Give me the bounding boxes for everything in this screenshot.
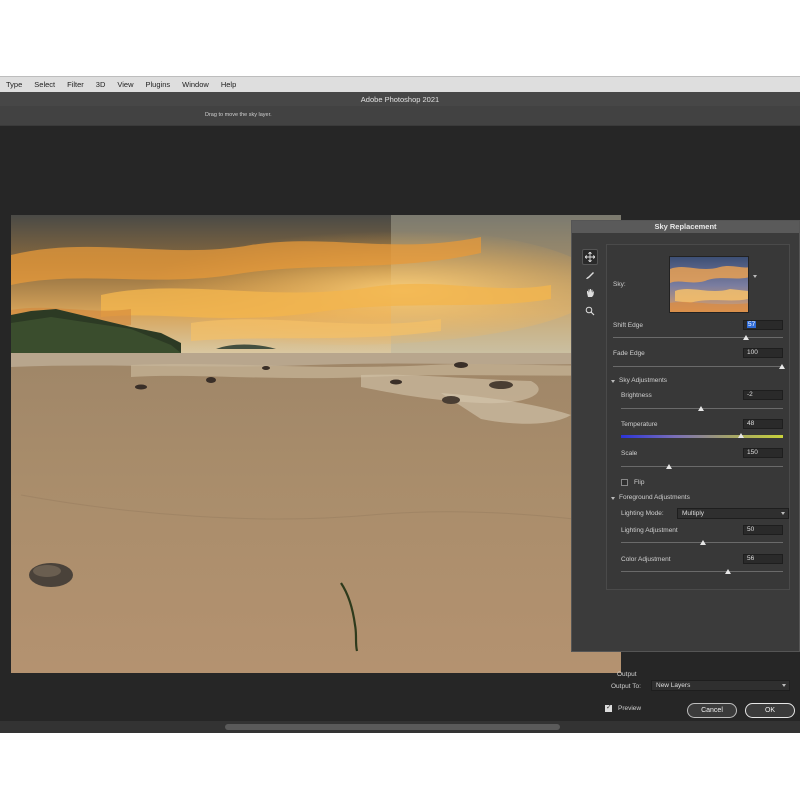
menu-filter[interactable]: Filter — [67, 80, 84, 89]
color-adjustment-input[interactable]: 56 — [743, 554, 783, 564]
window-title: Adobe Photoshop 2021 — [360, 94, 440, 104]
scale-slider-thumb[interactable] — [666, 464, 672, 469]
menu-bar: Type Select Filter 3D View Plugins Windo… — [0, 76, 800, 92]
zoom-icon[interactable] — [582, 303, 598, 319]
dialog-tools — [582, 249, 598, 321]
sky-preset-image — [670, 257, 748, 312]
shift-edge-label: Shift Edge — [613, 322, 643, 329]
beach-sunset-photo — [11, 215, 621, 673]
move-sky-tool-icon[interactable] — [582, 249, 598, 265]
fade-edge-label: Fade Edge — [613, 350, 645, 357]
shift-edge-input[interactable]: 57 — [743, 320, 783, 330]
dialog-title: Sky Replacement — [572, 221, 799, 233]
sky-preset-thumbnail[interactable] — [669, 256, 749, 313]
sky-adjustments-expand-icon[interactable] — [611, 380, 615, 383]
chevron-down-icon — [782, 684, 786, 687]
scale-input[interactable]: 150 — [743, 448, 783, 458]
scale-label: Scale — [621, 450, 638, 457]
options-bar: Drag to move the sky layer. — [0, 106, 800, 126]
photoshop-window: Type Select Filter 3D View Plugins Windo… — [0, 76, 800, 733]
lighting-adjustment-input[interactable]: 50 — [743, 525, 783, 535]
color-adjustment-slider-thumb[interactable] — [725, 569, 731, 574]
temperature-label: Temperature — [621, 421, 658, 428]
sky-adjustments-heading[interactable]: Sky Adjustments — [619, 377, 667, 384]
menu-window[interactable]: Window — [182, 80, 209, 89]
sky-brush-icon[interactable] — [582, 267, 598, 283]
settings-panel: Sky: Shift Edge 57 Fade Edge 100 Sky Adj… — [606, 244, 790, 590]
fade-edge-input[interactable]: 100 — [743, 348, 783, 358]
options-hint: Drag to move the sky layer. — [205, 112, 272, 118]
lighting-mode-select[interactable]: Multiply — [677, 508, 789, 519]
flip-checkbox[interactable] — [621, 479, 628, 486]
color-adjustment-label: Color Adjustment — [621, 556, 671, 563]
temperature-slider-track[interactable] — [621, 435, 783, 438]
brightness-label: Brightness — [621, 392, 652, 399]
shift-edge-slider-track[interactable] — [613, 337, 783, 338]
document-canvas[interactable] — [11, 215, 621, 673]
sky-preset-dropdown-arrow[interactable] — [753, 275, 757, 278]
scale-slider-track[interactable] — [621, 466, 783, 467]
output-heading: Output — [617, 671, 637, 678]
shift-edge-slider-thumb[interactable] — [743, 335, 749, 340]
chevron-down-icon — [781, 512, 785, 515]
color-adjustment-slider-track[interactable] — [621, 571, 783, 572]
hand-icon[interactable] — [582, 285, 598, 301]
horizontal-scrollbar[interactable] — [0, 721, 800, 733]
menu-help[interactable]: Help — [221, 80, 236, 89]
fade-edge-slider-thumb[interactable] — [779, 364, 785, 369]
brightness-slider-thumb[interactable] — [698, 406, 704, 411]
temperature-input[interactable]: 48 — [743, 419, 783, 429]
menu-3d[interactable]: 3D — [96, 80, 106, 89]
cancel-button[interactable]: Cancel — [687, 703, 737, 718]
preview-label: Preview — [618, 705, 642, 712]
scrollbar-thumb[interactable] — [225, 724, 560, 730]
menu-plugins[interactable]: Plugins — [146, 80, 171, 89]
output-to-label: Output To: — [611, 683, 641, 690]
menu-select[interactable]: Select — [34, 80, 55, 89]
fade-edge-slider-track[interactable] — [613, 366, 783, 367]
temperature-slider-thumb[interactable] — [738, 433, 744, 438]
brightness-input[interactable]: -2 — [743, 390, 783, 400]
sky-replacement-dialog: Sky Replacement Sky: Shift Edge 57 Fade … — [571, 220, 800, 718]
flip-label: Flip — [634, 479, 645, 486]
preview-checkbox[interactable] — [605, 703, 612, 712]
foreground-adjustments-expand-icon[interactable] — [611, 497, 615, 500]
ok-button[interactable]: OK — [745, 703, 795, 718]
menu-view[interactable]: View — [117, 80, 133, 89]
title-bar: Adobe Photoshop 2021 — [0, 92, 800, 106]
sky-label: Sky: — [613, 281, 626, 288]
output-to-select[interactable]: New Layers — [651, 680, 790, 691]
foreground-adjustments-heading[interactable]: Foreground Adjustments — [619, 494, 690, 501]
lighting-adjustment-label: Lighting Adjustment — [621, 527, 678, 534]
lighting-adjustment-slider-thumb[interactable] — [700, 540, 706, 545]
menu-type[interactable]: Type — [6, 80, 22, 89]
lighting-mode-label: Lighting Mode: — [621, 510, 664, 517]
